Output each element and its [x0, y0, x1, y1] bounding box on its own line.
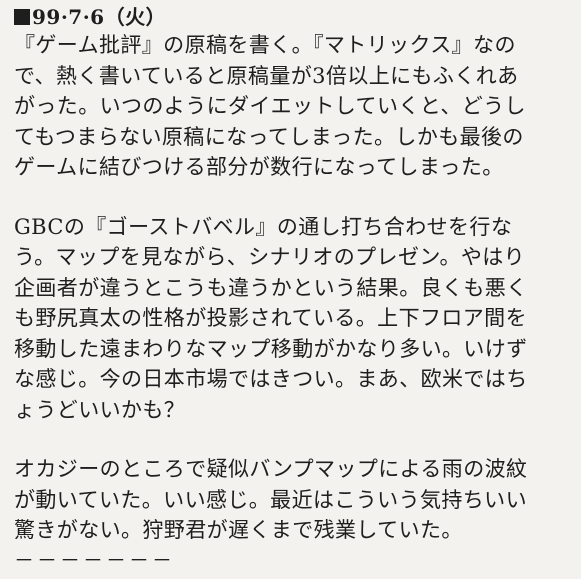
text-line: う。マップを見ながら、シナリオのプレゼン。やはり [14, 245, 526, 269]
text-line: が動いていた。いい感じ。最近はこういう気持ちいい [14, 487, 527, 512]
text-line: 企画者が違うとこうも違うかという結果。良くも悪く [14, 275, 528, 300]
paragraph-game-criticism: 『ゲーム批評』の原稿を書く。『マトリックス』なの で、熱く書いていると原稿量が3… [14, 30, 571, 183]
text-line: 『ゲーム批評』の原稿を書く。『マトリックス』なの [14, 33, 516, 57]
entry-date: 99·7·6（火） [32, 5, 167, 29]
text-line: がった。いつのようにダイエットしていくと、どうし [14, 94, 526, 118]
text-line: 移動した遠まわりなマップ移動がかなり多い。いけず [14, 336, 528, 361]
text-line: GBCの『ゴーストバベル』の通し打ち合わせを行な [14, 214, 513, 239]
paragraph-bump-map: オカジーのところで疑似バンプマップによる雨の波紋 が動いていた。いい感じ。最近は… [14, 454, 571, 546]
square-bullet-icon [14, 9, 30, 25]
separator-dashes: －－－－－－－ [14, 547, 175, 572]
entry-date-heading: 99·7·6（火） [14, 4, 571, 30]
text-line: な感じ。今の日本市場ではきつい。まあ、欧米ではち [14, 367, 528, 391]
text-line: で、熱く書いていると原稿量が3倍以上にもふくれあ [14, 63, 519, 88]
text-line: 驚きがない。狩野君が遅くまで残業していた。 [14, 518, 463, 542]
text-line: ょうどいいかも？ [14, 397, 186, 422]
text-line: も野尻真太の性格が投影されている。上下フロア間を [14, 306, 527, 330]
text-line: ゲームに結びつける部分が数行になってしまった。 [14, 155, 504, 179]
diary-page: 99·7·6（火） 『ゲーム批評』の原稿を書く。『マトリックス』なの で、熱く書… [0, 0, 581, 579]
paragraph-ghost-babel: GBCの『ゴーストバベル』の通し打ち合わせを行な う。マップを見ながら、シナリオ… [14, 212, 571, 426]
text-line: てもつまらない原稿になってしまった。しかも最後の [14, 124, 524, 149]
text-line: オカジーのところで疑似バンプマップによる雨の波紋 [14, 457, 528, 481]
